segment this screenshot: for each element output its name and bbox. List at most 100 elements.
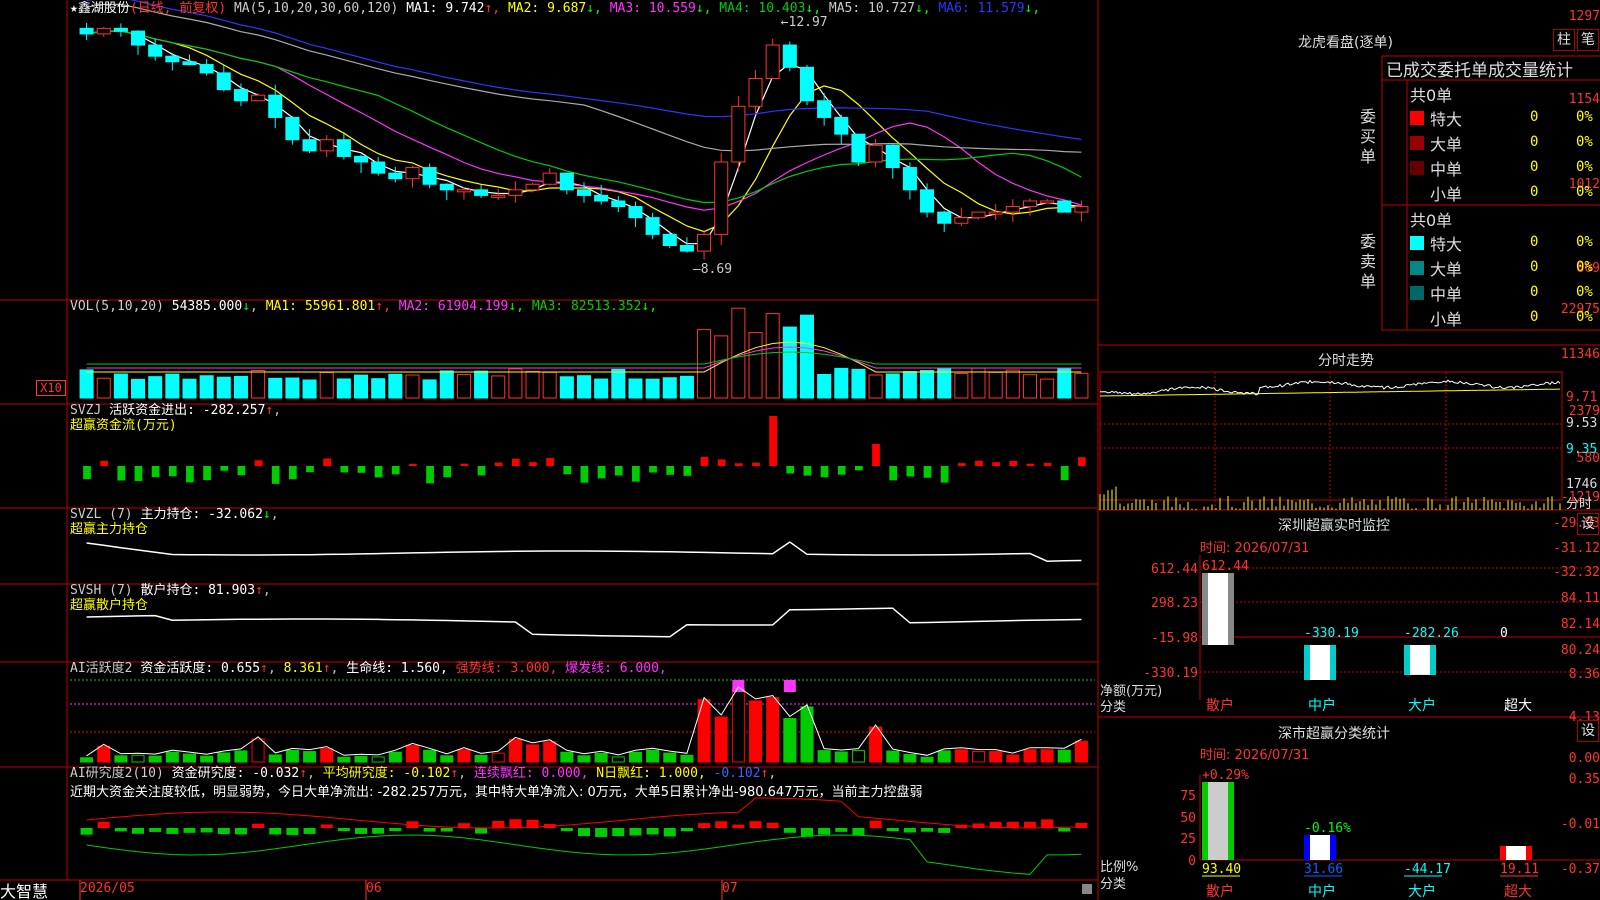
- buy-row-pct-0: 0%: [1576, 109, 1593, 125]
- svzj-bar: [134, 466, 143, 481]
- vol-bar: [679, 375, 694, 399]
- ai1-bar: [749, 700, 763, 763]
- sz-class-bar-edge-3: [1500, 846, 1506, 860]
- vol-bar: [971, 367, 986, 399]
- candle-body: [782, 44, 797, 68]
- vol-bar: [594, 378, 609, 399]
- vol-bar: [148, 376, 163, 399]
- fenshi-axis-1: 9.53: [1566, 416, 1598, 431]
- tab-volume-stats[interactable]: 成交量统计: [1488, 61, 1573, 81]
- ai2-bar: [1006, 821, 1019, 828]
- ai1-bar: [937, 750, 951, 763]
- svzl-line: [86, 541, 1082, 562]
- sz-monitor-val-3: 0: [1500, 626, 1508, 641]
- ai2-bar: [114, 828, 127, 832]
- svzj-bar: [1043, 462, 1052, 466]
- tab-orders[interactable]: 委托单: [1437, 61, 1488, 81]
- fenshi-axis-0: 9.71: [1566, 390, 1598, 405]
- svzj-sub: 超赢资金流(万元): [70, 418, 177, 433]
- sz-monitor-settings-button[interactable]: 设: [1577, 513, 1599, 535]
- candle-body: [559, 172, 574, 191]
- vol-bar: [439, 370, 454, 399]
- svzj-bar: [1026, 463, 1035, 466]
- ai2-axis-0: 0.35: [1568, 772, 1600, 787]
- ai2-label: AI研究度2(10): [70, 766, 164, 781]
- svzj-bar: [837, 466, 846, 475]
- ma-value-1: MA1: 9.742: [406, 1, 485, 16]
- buy-row-label-2: 中单: [1430, 160, 1463, 179]
- candle-body: [79, 27, 94, 35]
- ma-label: MA(5,10,20,30,60,120): [233, 1, 399, 16]
- ai2-bar: [166, 828, 179, 834]
- ai1-bar: [114, 755, 128, 763]
- buy-swatch-1: [1410, 136, 1424, 150]
- svzl-value: 主力持仓: -32.062: [140, 507, 263, 522]
- ai1-axis-0: 8.36: [1568, 667, 1600, 682]
- ai1-bar: [989, 751, 1003, 763]
- sz-monitor-bar-edge2-0: [1228, 573, 1234, 645]
- vol-unit-badge[interactable]: X10: [36, 380, 66, 396]
- sz-class-bar-edge2-0: [1228, 782, 1234, 860]
- tab-filled[interactable]: 已成交: [1386, 61, 1437, 81]
- ai2-bar: [355, 828, 368, 834]
- svzj-bar: [186, 466, 194, 483]
- lock-icon[interactable]: [1082, 884, 1092, 894]
- candle-body: [920, 189, 935, 213]
- tick-view-button[interactable]: 笔: [1577, 29, 1599, 51]
- ai1-bar: [405, 744, 419, 763]
- vol-bar: [902, 371, 917, 399]
- ma-value-3: MA3: 10.559: [609, 1, 696, 16]
- ai1-header: AI活跃度2 资金活跃度: 0.655↑, 8.361↑, 生命线: 1.560…: [70, 661, 667, 676]
- period-label: (日线, 前复权): [129, 1, 227, 16]
- vol-bar: [834, 367, 849, 399]
- ai1-bar: [337, 756, 351, 763]
- ai1-bar: [80, 757, 94, 763]
- ai1-bar: [594, 752, 608, 763]
- ai2-red-line: [86, 797, 1082, 829]
- sz-monitor-title: 深圳超赢实时监控: [1278, 518, 1390, 534]
- ma-line-6: [86, 0, 1082, 140]
- buy-row-label-3: 小单: [1430, 185, 1463, 204]
- buy-orders-section: 委买单 共0单 特大 0 0% 大单 0 0% 中单 0 0% 小单 0 0%: [1360, 82, 1600, 204]
- ai2-bar: [252, 823, 265, 828]
- ai1-bar: [303, 751, 317, 763]
- candle-body: [216, 72, 231, 91]
- svzj-bar: [975, 460, 983, 466]
- ai1-b: 8.361: [283, 661, 323, 676]
- sz-class-cat-3: 超大: [1504, 884, 1532, 900]
- ai2-bar: [200, 828, 213, 833]
- ai1-bar: [1057, 749, 1071, 763]
- date-axis-0: 2026/05: [80, 881, 135, 896]
- ai1-bar: [423, 749, 437, 763]
- ai2-bar: [612, 828, 625, 837]
- sell-row-label-2: 中单: [1430, 285, 1463, 304]
- vol-bar: [422, 379, 437, 399]
- svsh-axis-1: 82.14: [1560, 617, 1600, 632]
- buy-row-value-1: 0: [1530, 134, 1539, 150]
- ai1-bar: [182, 753, 196, 763]
- svzj-bar: [477, 466, 486, 476]
- sz-monitor-bar-edge2-1: [1330, 645, 1336, 680]
- vol-bar: [131, 378, 146, 399]
- ai2-bar: [663, 828, 676, 837]
- trading-app: ←12.97 —8.69 612.44 298.23 -15.98 -330.19 612.…: [0, 0, 1600, 900]
- svzj-bar: [203, 466, 211, 481]
- sell-row-label-1: 大单: [1430, 260, 1463, 279]
- vol-bar: [1040, 378, 1055, 399]
- buy-swatch-3: [1410, 186, 1424, 200]
- svzj-bar: [100, 460, 109, 466]
- ai1-bar: [817, 750, 831, 763]
- ai1-bar: [148, 755, 162, 763]
- ai2-bar: [217, 828, 230, 835]
- sell-swatch-2: [1410, 286, 1424, 300]
- sz-class-top-1: -0.16%: [1304, 821, 1351, 836]
- sz-class-val-2: -44.17: [1404, 862, 1451, 877]
- buy-swatch-0: [1410, 111, 1424, 125]
- column-view-button[interactable]: 柱: [1553, 29, 1575, 51]
- ai2-a: 资金研究度: -0.032: [171, 766, 300, 781]
- svzj-bar: [374, 466, 383, 478]
- sz-class-settings-button[interactable]: 设: [1577, 720, 1599, 742]
- ai1-bar: [886, 750, 900, 763]
- sz-monitor-cat-3: 超大: [1504, 698, 1532, 714]
- sz-monitor-cat-1: 中户: [1308, 697, 1336, 714]
